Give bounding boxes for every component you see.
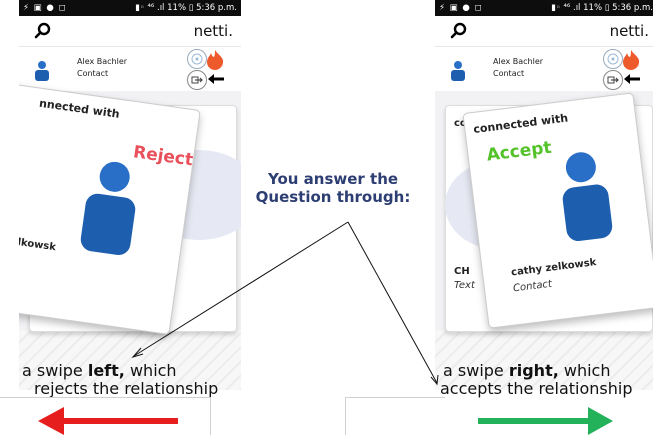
annotation-overlay xyxy=(38,221,613,435)
left-arrow-icon xyxy=(38,407,178,435)
right-arrow-icon xyxy=(478,407,613,435)
pointer-line-right xyxy=(347,221,438,384)
pointer-line-left xyxy=(133,221,349,357)
